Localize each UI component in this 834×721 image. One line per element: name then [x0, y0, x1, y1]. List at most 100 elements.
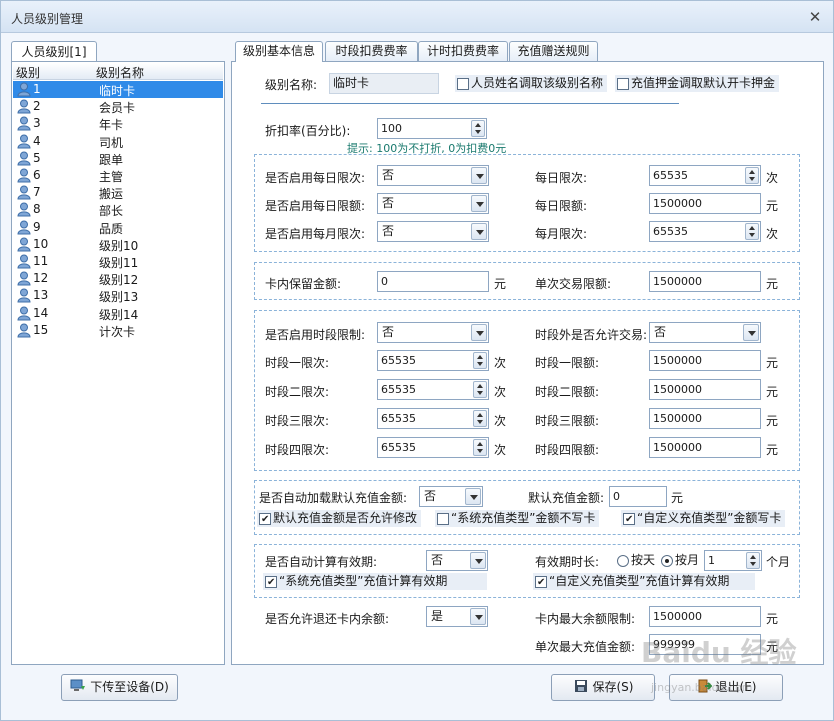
refund-select[interactable]: 是 — [426, 606, 488, 627]
monthly-count-field[interactable]: 65535 — [649, 221, 761, 242]
list-item[interactable]: 12 级别12 — [13, 270, 223, 287]
spin-arrows-icon[interactable] — [473, 381, 487, 398]
default-amount-field[interactable]: 0 — [609, 486, 667, 507]
list-item[interactable]: 9 品质 — [13, 219, 223, 236]
spin-arrows-icon[interactable] — [745, 223, 759, 240]
user-icon — [17, 288, 31, 303]
custom-type-checkbox[interactable]: “自定义充值类型”金额写卡 — [621, 510, 786, 528]
spin-arrows-icon[interactable] — [473, 439, 487, 456]
checkbox-box[interactable] — [457, 78, 469, 90]
system-valid-checkbox[interactable]: “系统充值类型”充值计算有效期 — [263, 573, 487, 591]
deposit-default-checkbox[interactable]: 充值押金调取默认开卡押金 — [615, 75, 780, 92]
p1-count-label: 时段一限次: — [265, 356, 330, 370]
p3-count-label: 时段三限次: — [265, 414, 330, 428]
chevron-down-icon[interactable] — [471, 223, 487, 240]
daily-amount-enable-select[interactable]: 否 — [377, 193, 489, 214]
unit-label: 次 — [766, 227, 779, 241]
p2-count-field[interactable]: 65535 — [377, 379, 489, 400]
chevron-down-icon[interactable] — [743, 324, 759, 341]
p1-count-field[interactable]: 65535 — [377, 350, 489, 371]
list-item[interactable]: 1 临时卡 — [13, 81, 223, 98]
list-item[interactable]: 15 计次卡 — [13, 322, 223, 339]
checkbox-box[interactable] — [265, 574, 277, 591]
p2-amount-field[interactable]: 1500000 — [649, 379, 761, 400]
discount-field[interactable]: 100 — [377, 118, 487, 139]
chevron-down-icon[interactable] — [465, 488, 481, 505]
close-icon[interactable]: ✕ — [807, 9, 823, 25]
monthly-count-enable-select[interactable]: 否 — [377, 221, 489, 242]
list-item[interactable]: 5 跟单 — [13, 150, 223, 167]
user-icon — [17, 134, 31, 149]
p3-count-field[interactable]: 65535 — [377, 408, 489, 429]
col-name-header[interactable]: 级别名称 — [96, 64, 144, 81]
radio-dot[interactable] — [661, 555, 673, 567]
spin-arrows-icon[interactable] — [473, 410, 487, 427]
tab-recharge-bonus[interactable]: 充值赠送规则 — [509, 41, 598, 61]
button-label: 下传至设备(D) — [90, 680, 169, 694]
chevron-down-icon[interactable] — [470, 608, 486, 625]
p4-count-field[interactable]: 65535 — [377, 437, 489, 458]
daily-amount-field[interactable]: 1500000 — [649, 193, 761, 214]
list-item[interactable]: 4 司机 — [13, 133, 223, 150]
name-from-staff-checkbox[interactable]: 人员姓名调取该级别名称 — [455, 75, 608, 92]
keep-amount-field[interactable]: 0 — [377, 271, 489, 292]
auto-calc-select[interactable]: 否 — [426, 550, 488, 571]
tab-timed-rates[interactable]: 计时扣费费率 — [418, 41, 508, 61]
level-name: 会员卡 — [99, 101, 136, 116]
custom-valid-checkbox[interactable]: “自定义充值类型”充值计算有效期 — [533, 573, 755, 591]
device-download-icon — [70, 677, 86, 691]
auto-load-select[interactable]: 否 — [419, 486, 483, 507]
list-item[interactable]: 11 级别11 — [13, 253, 223, 270]
checkbox-box[interactable] — [623, 511, 635, 528]
select-value: 否 — [424, 489, 437, 503]
list-item[interactable]: 13 级别13 — [13, 287, 223, 304]
auto-load-label: 是否自动加载默认充值金额: — [259, 491, 408, 505]
list-item[interactable]: 3 年卡 — [13, 115, 223, 132]
list-item[interactable]: 7 搬运 — [13, 184, 223, 201]
list-item[interactable]: 14 级别14 — [13, 305, 223, 322]
window-title: 人员级别管理 — [11, 12, 84, 26]
radio-dot[interactable] — [617, 555, 629, 567]
tab-staff-levels[interactable]: 人员级别[1] — [11, 41, 97, 62]
level-id: 6 — [33, 168, 41, 182]
p4-amount-field[interactable]: 1500000 — [649, 437, 761, 458]
checkbox-box[interactable] — [617, 78, 629, 90]
p3-amount-field[interactable]: 1500000 — [649, 408, 761, 429]
chevron-down-icon[interactable] — [471, 167, 487, 184]
single-limit-field[interactable]: 1500000 — [649, 271, 761, 292]
chevron-down-icon[interactable] — [471, 195, 487, 212]
list-item[interactable]: 2 会员卡 — [13, 98, 223, 115]
duration-field[interactable]: 1 — [704, 550, 762, 571]
unit-label: 次 — [494, 385, 507, 399]
radio-by-day[interactable]: 按天 — [616, 552, 655, 569]
list-item[interactable]: 6 主管 — [13, 167, 223, 184]
list-item[interactable]: 8 部长 — [13, 201, 223, 218]
save-button[interactable]: 保存(S) — [551, 674, 655, 701]
spin-arrows-icon[interactable] — [746, 552, 760, 569]
level-name-field[interactable]: 临时卡 — [329, 73, 439, 94]
checkbox-box[interactable] — [259, 511, 271, 528]
tab-basic-info[interactable]: 级别基本信息 — [235, 41, 323, 62]
period-enable-select[interactable]: 否 — [377, 322, 489, 343]
spin-arrows-icon[interactable] — [471, 120, 485, 137]
max-balance-field[interactable]: 1500000 — [649, 606, 761, 627]
download-to-device-button[interactable]: 下传至设备(D) — [61, 674, 178, 701]
radio-by-month[interactable]: 按月 — [660, 552, 699, 569]
spin-arrows-icon[interactable] — [473, 352, 487, 369]
spin-arrows-icon[interactable] — [745, 167, 759, 184]
daily-count-field[interactable]: 65535 — [649, 165, 761, 186]
checkbox-box[interactable] — [437, 513, 449, 525]
checkbox-box[interactable] — [535, 574, 547, 591]
list-item[interactable]: 10 级别10 — [13, 236, 223, 253]
tab-period-rates[interactable]: 时段扣费费率 — [325, 41, 418, 61]
daily-count-enable-select[interactable]: 否 — [377, 165, 489, 186]
allow-modify-checkbox[interactable]: 默认充值金额是否允许修改 — [257, 510, 422, 528]
chevron-down-icon[interactable] — [470, 552, 486, 569]
level-id: 13 — [33, 288, 49, 303]
col-level-header[interactable]: 级别 — [16, 64, 40, 81]
monthly-count-enable-label: 是否启用每月限次: — [265, 227, 366, 241]
system-type-checkbox[interactable]: “系统充值类型”金额不写卡 — [435, 510, 600, 527]
chevron-down-icon[interactable] — [471, 324, 487, 341]
p1-amount-field[interactable]: 1500000 — [649, 350, 761, 371]
period-outside-select[interactable]: 否 — [649, 322, 761, 343]
